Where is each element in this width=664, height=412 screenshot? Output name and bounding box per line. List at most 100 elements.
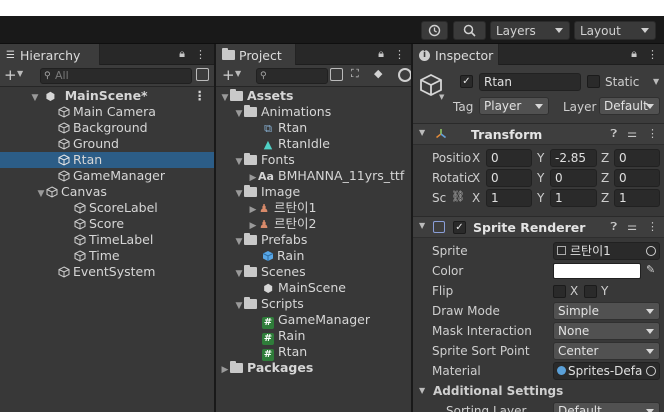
layer-dropdown[interactable]: Default	[599, 97, 660, 115]
project-item[interactable]: # Rain	[216, 328, 411, 345]
search-button[interactable]	[453, 21, 486, 40]
kebab-menu-icon[interactable]: ⋮	[194, 88, 207, 104]
help-icon[interactable]: ❓︎	[611, 220, 618, 234]
object-picker-icon[interactable]	[646, 246, 656, 256]
tab-inspector[interactable]: i Inspector	[413, 44, 499, 66]
chevron-down-icon[interactable]: ▼	[653, 77, 659, 86]
search-by-label-icon[interactable]: ⛶	[351, 67, 359, 81]
scale-z-field[interactable]: 1	[614, 189, 660, 207]
hierarchy-item[interactable]: Background	[0, 120, 214, 136]
project-item[interactable]: Rain	[216, 248, 411, 264]
constrain-proportions-icon[interactable]: ⛓	[451, 190, 465, 203]
eyedropper-icon[interactable]: ✎	[646, 263, 655, 276]
position-z-field[interactable]: 0	[614, 149, 660, 167]
hierarchy-item[interactable]: GameManager	[0, 168, 214, 184]
help-icon[interactable]: ❓︎	[611, 127, 618, 141]
lock-icon[interactable]: 🔒︎	[179, 47, 185, 61]
tab-hierarchy[interactable]: ☰ Hierarchy	[0, 44, 100, 66]
project-item[interactable]: ▶ Packages	[216, 360, 411, 376]
preset-sliders-icon[interactable]: ⚌	[627, 127, 637, 141]
hierarchy-search-input[interactable]: ⚲ All	[40, 68, 192, 84]
tag-icon[interactable]: ◆	[374, 67, 382, 80]
project-item[interactable]: ▶ ♟ 르탄이1	[216, 200, 411, 216]
project-item[interactable]: ▼ Animations	[216, 104, 411, 120]
expand-arrow-icon[interactable]: ▶	[220, 362, 230, 378]
mask-interaction-dropdown[interactable]: None	[553, 322, 660, 340]
hierarchy-item[interactable]: Ground	[0, 136, 214, 152]
kebab-menu-icon[interactable]: ⋮	[647, 48, 658, 61]
project-item[interactable]: ▶ Aa BMHANNA_11yrs_ttf	[216, 168, 411, 184]
flip-x-checkbox[interactable]	[553, 285, 566, 298]
scale-y-field[interactable]: 1	[550, 189, 597, 207]
scale-x-field[interactable]: 1	[486, 189, 532, 207]
add-plus-icon[interactable]: +	[4, 66, 17, 84]
project-search-input[interactable]: ⚲	[256, 68, 328, 84]
sprite-sort-point-dropdown[interactable]: Center	[553, 342, 660, 360]
hierarchy-item-selected[interactable]: Rtan	[0, 152, 214, 168]
hierarchy-item[interactable]: TimeLabel	[0, 232, 214, 248]
position-y-field[interactable]: -2.85	[550, 149, 597, 167]
project-item[interactable]: ▶ ♟ 르탄이2	[216, 216, 411, 232]
lock-icon[interactable]: 🔒︎	[378, 47, 384, 61]
hierarchy-item[interactable]: Main Camera	[0, 104, 214, 120]
hidden-packages-icon[interactable]	[398, 68, 411, 82]
collapse-arrow-icon[interactable]: ▼	[419, 386, 425, 395]
hierarchy-item[interactable]: Time	[0, 248, 214, 264]
draw-mode-dropdown[interactable]: Simple	[553, 302, 660, 320]
project-item[interactable]: ▼ Image	[216, 184, 411, 200]
layout-dropdown[interactable]: Layout	[574, 21, 656, 40]
project-item[interactable]: ▲ RtanIdle	[216, 136, 411, 152]
additional-settings-label[interactable]: Additional Settings	[433, 384, 563, 398]
project-item[interactable]: ⬢ MainScene	[216, 280, 411, 296]
kebab-menu-icon[interactable]: ⋮	[195, 48, 206, 61]
color-swatch[interactable]	[553, 263, 641, 279]
collapse-arrow-icon[interactable]: ▼	[419, 221, 425, 230]
chevron-down-icon[interactable]: ▼	[17, 69, 23, 78]
hierarchy-item[interactable]: ▼ ⬢ MainScene* ⋮	[0, 88, 214, 104]
project-item[interactable]: ▼ Fonts	[216, 152, 411, 168]
project-item[interactable]: ▼ Assets	[216, 88, 411, 104]
project-item[interactable]: # GameManager	[216, 312, 411, 329]
rotation-x-field[interactable]: 0	[486, 169, 532, 187]
preset-sliders-icon[interactable]: ⚌	[627, 220, 637, 234]
project-item[interactable]: ▼ Scripts	[216, 296, 411, 312]
rotation-z-field[interactable]: 0	[614, 169, 660, 187]
add-plus-icon[interactable]: +	[222, 66, 235, 84]
chevron-down-icon[interactable]: ▼	[235, 69, 241, 78]
material-object-field[interactable]: Sprites-Defa	[553, 362, 660, 380]
kebab-menu-icon[interactable]: ⋮	[647, 127, 658, 141]
kebab-menu-icon[interactable]: ⋮	[394, 48, 405, 61]
lock-icon[interactable]: 🔒︎	[631, 47, 637, 61]
hierarchy-item[interactable]: Score	[0, 216, 214, 232]
transform-header[interactable]: ▼ Transform ❓︎ ⚌ ⋮	[413, 123, 664, 145]
hierarchy-item[interactable]: ScoreLabel	[0, 200, 214, 216]
search-by-type-icon[interactable]	[330, 68, 343, 81]
position-x-field[interactable]: 0	[486, 149, 532, 167]
project-item[interactable]: ▼ Scenes	[216, 264, 411, 280]
sprite-renderer-header[interactable]: ▼ ✓ Sprite Renderer ❓︎ ⚌ ⋮	[413, 216, 664, 238]
sprite-renderer-enabled-checkbox[interactable]: ✓	[453, 221, 466, 234]
static-checkbox[interactable]	[587, 75, 600, 88]
object-picker-icon[interactable]	[646, 366, 656, 376]
flip-y-checkbox[interactable]	[584, 285, 597, 298]
tag-dropdown[interactable]: Player	[479, 97, 549, 115]
hierarchy-item[interactable]: ▼ Canvas	[0, 184, 214, 200]
active-checkbox[interactable]: ✓	[460, 75, 473, 88]
object-name-field[interactable]: Rtan	[479, 73, 581, 91]
project-item[interactable]: # Rtan	[216, 344, 411, 361]
filter-scene-icon[interactable]	[196, 68, 209, 81]
sorting-layer-dropdown[interactable]: Default	[553, 402, 660, 412]
collapse-arrow-icon[interactable]: ▼	[419, 128, 425, 137]
rotation-y-field[interactable]: 0	[550, 169, 597, 187]
sprite-object-field[interactable]: 르탄이1	[553, 242, 660, 260]
project-item[interactable]: ▼ Prefabs	[216, 232, 411, 248]
tab-project[interactable]: Project	[216, 44, 296, 66]
chevron-down-icon[interactable]: ▼	[439, 93, 444, 101]
folder-icon	[244, 105, 257, 117]
history-button[interactable]	[421, 21, 448, 40]
folder-icon	[244, 265, 257, 277]
project-item[interactable]: ⧉ Rtan	[216, 120, 411, 136]
hierarchy-item[interactable]: EventSystem	[0, 264, 214, 280]
layers-dropdown[interactable]: Layers	[490, 21, 570, 40]
kebab-menu-icon[interactable]: ⋮	[647, 220, 658, 234]
